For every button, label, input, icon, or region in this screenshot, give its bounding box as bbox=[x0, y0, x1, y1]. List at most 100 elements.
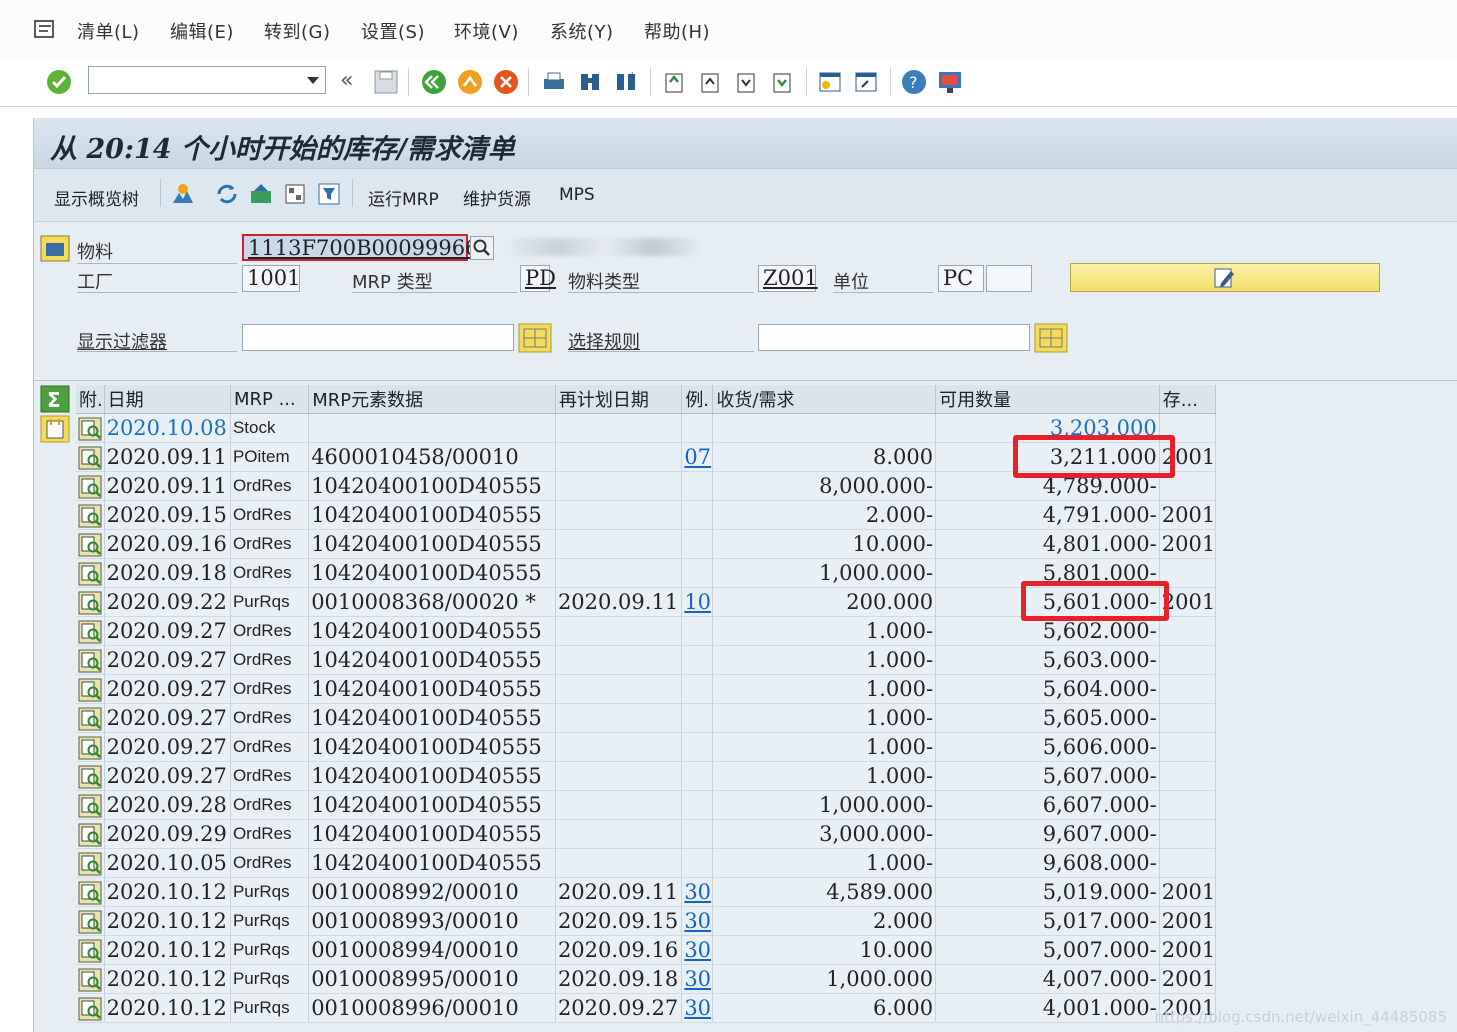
row-detail-icon-cell[interactable] bbox=[76, 790, 105, 820]
magnifier-detail-icon[interactable] bbox=[78, 707, 102, 731]
change-mode-icon[interactable] bbox=[248, 181, 274, 207]
row-detail-icon-cell[interactable] bbox=[76, 964, 105, 994]
help-icon[interactable]: ? bbox=[900, 68, 928, 96]
magnifier-detail-icon[interactable] bbox=[78, 649, 102, 673]
magnifier-detail-icon[interactable] bbox=[78, 475, 102, 499]
cell-exc[interactable] bbox=[681, 674, 714, 704]
row-detail-icon-cell[interactable] bbox=[76, 587, 105, 617]
table-row[interactable]: 2020.09.27 OrdRes 10420400100D40555 1.000- 5… bbox=[76, 703, 1217, 733]
table-row[interactable]: 2020.09.27 OrdRes 10420400100D40555 1.000- 5… bbox=[76, 732, 1217, 762]
exception-link[interactable]: 07 bbox=[684, 445, 711, 469]
table-row[interactable]: 2020.09.29 OrdRes 10420400100D40555 3,000.0… bbox=[76, 819, 1217, 849]
magnifier-detail-icon[interactable] bbox=[78, 736, 102, 760]
table-row[interactable]: 2020.09.27 OrdRes 10420400100D40555 1.000- 5… bbox=[76, 761, 1217, 791]
col-header-receipt-requirement[interactable]: 收货/需求 bbox=[712, 385, 937, 414]
col-header-exception[interactable]: 例. bbox=[681, 385, 714, 414]
next-page-icon[interactable] bbox=[732, 68, 760, 96]
magnifier-detail-icon[interactable] bbox=[78, 533, 102, 557]
selection-rule-select[interactable] bbox=[758, 324, 1030, 351]
table-row[interactable]: 2020.09.27 OrdRes 10420400100D40555 1.000- 5… bbox=[76, 674, 1217, 704]
command-field[interactable] bbox=[88, 66, 326, 94]
row-detail-icon-cell[interactable] bbox=[76, 645, 105, 675]
menu-environment[interactable]: 环境(V) bbox=[454, 18, 519, 44]
magnifier-detail-icon[interactable] bbox=[78, 794, 102, 818]
cell-exc[interactable] bbox=[681, 413, 714, 443]
material-detail-icon[interactable] bbox=[282, 181, 308, 207]
col-header-mrp-element-data[interactable]: MRP元素数据 bbox=[308, 385, 556, 414]
double-chevron-left-icon[interactable]: « bbox=[340, 68, 353, 93]
row-detail-icon-cell[interactable] bbox=[76, 413, 105, 443]
menu-edit[interactable]: 编辑(E) bbox=[170, 18, 234, 44]
enter-check-icon[interactable] bbox=[45, 68, 73, 96]
row-detail-icon-cell[interactable] bbox=[76, 761, 105, 791]
row-detail-icon-cell[interactable] bbox=[76, 442, 105, 472]
row-detail-icon-cell[interactable] bbox=[76, 558, 105, 588]
magnifier-detail-icon[interactable] bbox=[78, 968, 102, 992]
table-row[interactable]: 2020.09.16 OrdRes 10420400100D40555 10.000-… bbox=[76, 529, 1217, 559]
run-mrp-button[interactable]: 运行MRP bbox=[368, 185, 439, 210]
filter-settings-icon[interactable] bbox=[518, 323, 552, 353]
magnifier-detail-icon[interactable] bbox=[78, 852, 102, 876]
cell-exc[interactable]: 30 bbox=[681, 964, 714, 994]
table-row[interactable]: 2020.10.12 PurRqs 0010008995/00010 2020.09.… bbox=[76, 964, 1217, 994]
table-row[interactable]: 2020.10.12 PurRqs 0010008996/00010 2020.09.… bbox=[76, 993, 1217, 1023]
magnifier-detail-icon[interactable] bbox=[78, 562, 102, 586]
magnifier-detail-icon[interactable] bbox=[78, 417, 102, 441]
table-row[interactable]: 2020.09.28 OrdRes 10420400100D40555 1,000.0… bbox=[76, 790, 1217, 820]
table-row[interactable]: 2020.10.12 PurRqs 0010008993/00010 2020.09.… bbox=[76, 906, 1217, 936]
cell-exc[interactable] bbox=[681, 761, 714, 791]
table-row[interactable]: 2020.10.12 PurRqs 0010008994/00010 2020.09.… bbox=[76, 935, 1217, 965]
cell-exc[interactable]: 30 bbox=[681, 935, 714, 965]
filter-icon[interactable] bbox=[316, 181, 342, 207]
table-row[interactable]: 2020.10.05 OrdRes 10420400100D40555 1.000- 9… bbox=[76, 848, 1217, 878]
previous-page-icon[interactable] bbox=[696, 68, 724, 96]
maintain-sources-button[interactable]: 维护货源 bbox=[463, 185, 531, 210]
exception-link[interactable]: 30 bbox=[684, 938, 711, 962]
cell-exc[interactable]: 30 bbox=[681, 906, 714, 936]
cell-exc[interactable] bbox=[681, 645, 714, 675]
exit-icon[interactable] bbox=[456, 68, 484, 96]
customize-layout-icon[interactable] bbox=[936, 68, 964, 96]
exception-link[interactable]: 30 bbox=[684, 967, 711, 991]
col-header-available-qty[interactable]: 可用数量 bbox=[935, 385, 1160, 414]
cell-exc[interactable]: 07 bbox=[681, 442, 714, 472]
menu-help[interactable]: 帮助(H) bbox=[644, 18, 710, 44]
cell-exc[interactable] bbox=[681, 616, 714, 646]
shortcut-icon[interactable] bbox=[852, 68, 880, 96]
magnifier-detail-icon[interactable] bbox=[78, 446, 102, 470]
menu-settings[interactable]: 设置(S) bbox=[361, 18, 425, 44]
col-header-storage[interactable]: 存... bbox=[1159, 385, 1217, 414]
new-session-icon[interactable] bbox=[816, 68, 844, 96]
exception-link[interactable]: 30 bbox=[684, 996, 711, 1020]
magnifier-detail-icon[interactable] bbox=[78, 678, 102, 702]
exception-link[interactable]: 10 bbox=[684, 590, 711, 614]
exception-link[interactable]: 30 bbox=[684, 880, 711, 904]
selection-rule-settings-icon[interactable] bbox=[1034, 323, 1068, 353]
magnifier-detail-icon[interactable] bbox=[78, 823, 102, 847]
row-detail-icon-cell[interactable] bbox=[76, 906, 105, 936]
cell-exc[interactable] bbox=[681, 790, 714, 820]
save-icon[interactable] bbox=[372, 68, 400, 96]
header-toggle-icon[interactable] bbox=[40, 235, 70, 262]
cell-exc[interactable] bbox=[681, 558, 714, 588]
refresh-icon[interactable] bbox=[214, 181, 240, 207]
edit-header-button[interactable] bbox=[1070, 263, 1380, 292]
row-detail-icon-cell[interactable] bbox=[76, 529, 105, 559]
cell-exc[interactable] bbox=[681, 500, 714, 530]
row-detail-icon-cell[interactable] bbox=[76, 616, 105, 646]
row-detail-icon-cell[interactable] bbox=[76, 674, 105, 704]
menu-list[interactable]: 清单(L) bbox=[77, 18, 140, 44]
cell-exc[interactable] bbox=[681, 848, 714, 878]
row-detail-icon-cell[interactable] bbox=[76, 732, 105, 762]
row-detail-icon-cell[interactable] bbox=[76, 993, 105, 1023]
cell-exc[interactable] bbox=[681, 529, 714, 559]
cell-exc[interactable] bbox=[681, 819, 714, 849]
mps-button[interactable]: MPS bbox=[559, 185, 595, 205]
magnifier-detail-icon[interactable] bbox=[78, 765, 102, 789]
row-detail-icon-cell[interactable] bbox=[76, 471, 105, 501]
row-detail-icon-cell[interactable] bbox=[76, 703, 105, 733]
sum-icon[interactable]: Σ bbox=[40, 385, 70, 413]
magnifier-detail-icon[interactable] bbox=[78, 997, 102, 1021]
row-detail-icon-cell[interactable] bbox=[76, 848, 105, 878]
print-icon[interactable] bbox=[540, 68, 568, 96]
